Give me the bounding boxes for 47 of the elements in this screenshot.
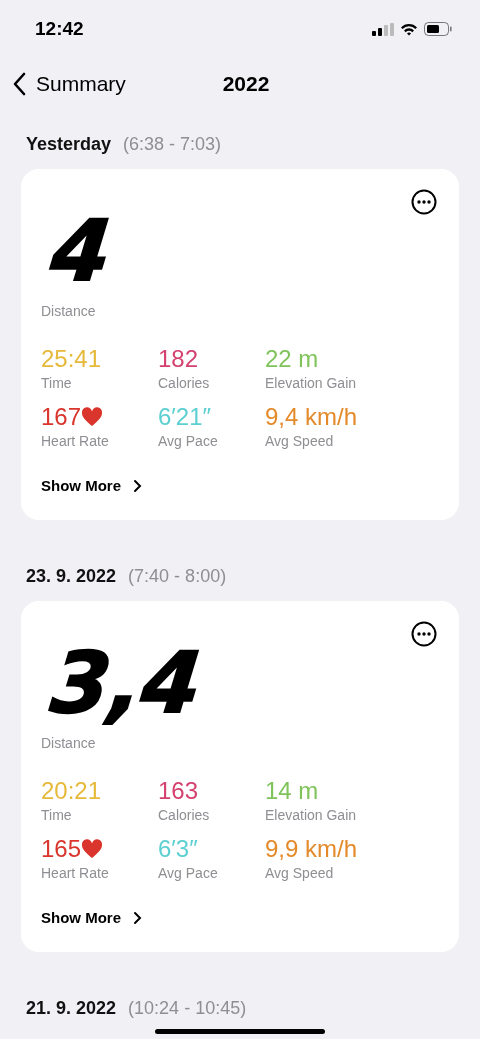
chevron-right-icon <box>133 910 142 925</box>
chevron-left-icon <box>12 72 26 96</box>
stat-value: 6′3″ <box>158 835 198 863</box>
show-more-button[interactable]: Show More <box>41 477 142 494</box>
stat-value: 6′21″ <box>158 403 212 431</box>
distance-value: 3,4 <box>45 635 206 731</box>
stat-value: 167 <box>41 403 82 431</box>
stat-label: Avg Pace <box>158 865 219 881</box>
back-button[interactable]: Summary <box>0 72 223 96</box>
battery-icon <box>424 22 452 36</box>
stat-label: Avg Pace <box>158 433 219 449</box>
heart-icon <box>81 407 104 427</box>
stat-value: 9,4 km/h <box>265 403 358 431</box>
distance-value: 4 <box>45 203 116 299</box>
section-time-range: (7:40 - 8:00) <box>128 566 227 587</box>
section-time-range: (6:38 - 7:03) <box>123 134 222 155</box>
stat-label: Avg Speed <box>265 433 335 449</box>
signal-icon <box>372 22 394 36</box>
section-date: 21. 9. 2022 <box>26 998 117 1019</box>
nav-title: 2022 <box>222 72 270 96</box>
stat-label: Time <box>41 375 73 391</box>
section-date: 23. 9. 2022 <box>26 566 117 587</box>
stat-value: 182 <box>158 345 199 373</box>
stat-label: Heart Rate <box>41 433 110 449</box>
stat-value: 25:41 <box>41 345 102 373</box>
show-more-button[interactable]: Show More <box>41 909 142 926</box>
chevron-right-icon <box>133 478 142 493</box>
stat-label: Avg Speed <box>265 865 335 881</box>
stat-value: 163 <box>158 777 199 805</box>
wifi-icon <box>400 22 418 36</box>
stat-label: Elevation Gain <box>265 807 358 823</box>
heart-icon <box>81 839 104 859</box>
stat-label: Elevation Gain <box>265 375 358 391</box>
stat-label: Heart Rate <box>41 865 110 881</box>
section-time-range: (10:24 - 10:45) <box>128 998 247 1019</box>
stat-value: 165 <box>41 835 82 863</box>
distance-label: Distance <box>41 735 97 751</box>
status-time: 12:42 <box>35 18 84 40</box>
stat-value: 22 m <box>265 345 319 373</box>
distance-label: Distance <box>41 303 97 319</box>
section-date: Yesterday <box>26 134 112 155</box>
stat-label: Time <box>41 807 73 823</box>
stat-value: 14 m <box>265 777 319 805</box>
stat-label: Calories <box>158 375 211 391</box>
stat-value: 9,9 km/h <box>265 835 358 863</box>
stat-label: Calories <box>158 807 211 823</box>
stat-value: 20:21 <box>41 777 102 805</box>
